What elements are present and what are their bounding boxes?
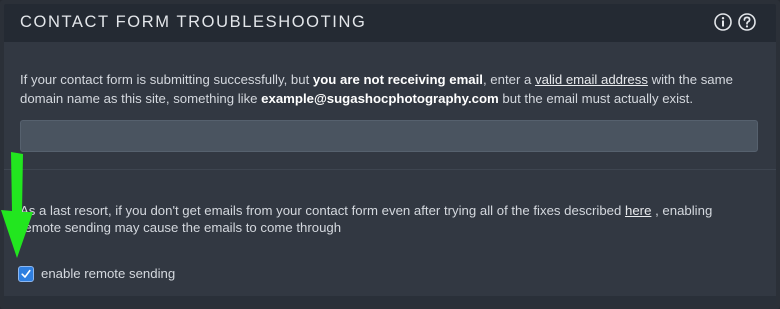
panel-footer-bar [4,296,776,305]
remote-help-text: As a last resort, if you don't get email… [20,203,626,218]
contact-form-troubleshooting-panel: CONTACT FORM TROUBLESHOOTING If your con… [4,4,776,305]
email-help-line-1: If your contact form is submitting succe… [20,70,733,89]
email-help-line-2: domain name as this site, something like… [20,89,693,108]
email-help-text: domain name as this site, something like [20,91,262,106]
email-help-text: but the email must actually exist. [498,91,693,106]
here-link[interactable]: here [625,203,651,218]
info-icon[interactable] [714,13,732,31]
example-email-address: example@sugashocphotography.com [261,91,499,106]
help-icon[interactable] [738,13,756,31]
email-help-text: , enter a [482,72,536,87]
section-divider [4,169,776,170]
checkmark-icon [21,269,31,278]
outer-frame: CONTACT FORM TROUBLESHOOTING If your con… [0,0,780,309]
enable-remote-sending-label[interactable]: enable remote sending [41,266,175,282]
valid-email-address-link[interactable]: valid email address [535,72,648,87]
panel-title: CONTACT FORM TROUBLESHOOTING [20,13,367,31]
enable-remote-sending-checkbox[interactable] [18,266,34,282]
remote-sending-help-line-2: remote sending may cause the emails to c… [20,218,341,237]
email-help-text: If your contact form is submitting succe… [20,72,313,87]
remote-help-text: , enabling [651,203,713,218]
panel-header: CONTACT FORM TROUBLESHOOTING [4,4,776,42]
email-address-input[interactable] [20,120,758,152]
remote-help-text: remote sending may cause the emails to c… [20,220,342,235]
email-help-text: with the same [647,72,733,87]
email-help-emphasis: you are not receiving email [312,72,483,87]
